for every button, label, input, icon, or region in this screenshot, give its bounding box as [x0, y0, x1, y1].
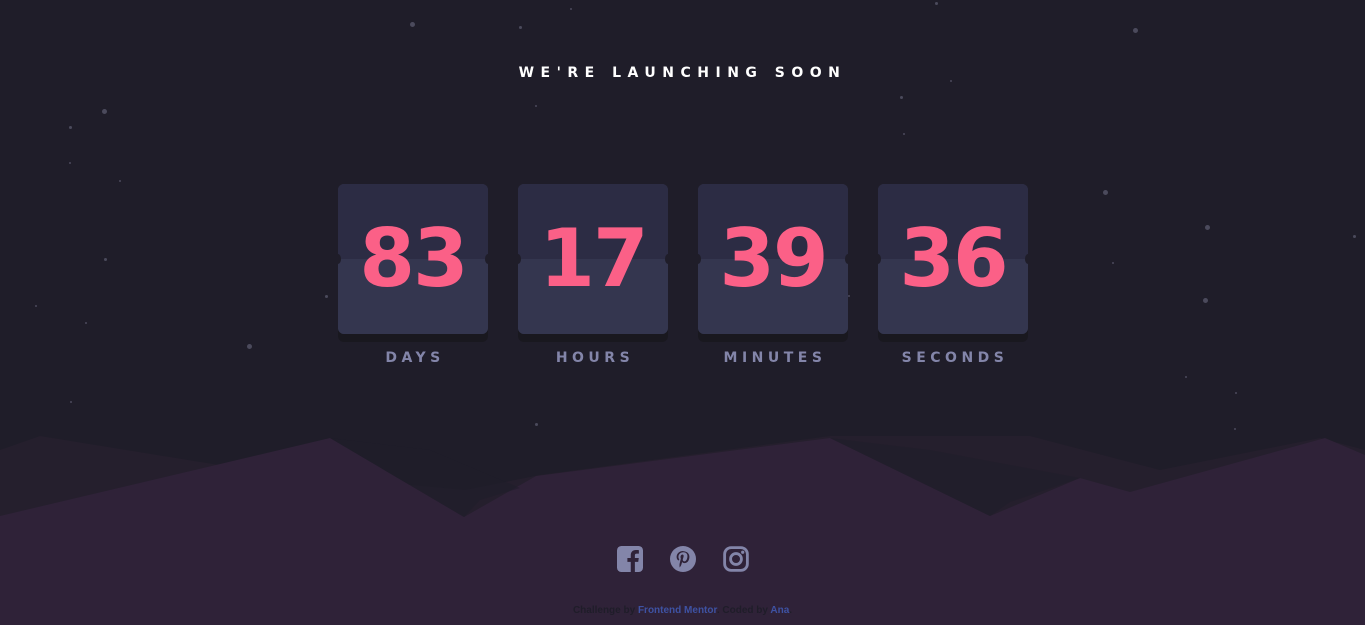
- minutes-value: 39: [719, 212, 828, 305]
- countdown-timer: 83 DAYS 17 HOURS 39 MINUTES 36 SECONDS: [338, 184, 1028, 366]
- frontend-mentor-link[interactable]: Frontend Mentor: [638, 605, 717, 616]
- attribution: Challenge by Frontend Mentor. Coded by A…: [0, 605, 1365, 616]
- days-label: DAYS: [385, 350, 445, 366]
- pinterest-icon[interactable]: [670, 546, 696, 572]
- social-links: [617, 546, 749, 572]
- countdown-minutes: 39 MINUTES: [698, 184, 848, 366]
- page-title: WE'RE LAUNCHING SOON: [518, 65, 847, 81]
- hills-background: [0, 436, 1365, 625]
- attribution-middle: . Coded by: [716, 605, 771, 616]
- hours-label: HOURS: [555, 350, 635, 366]
- attribution-prefix: Challenge by: [572, 605, 638, 616]
- author-link[interactable]: Ana: [770, 605, 789, 616]
- seconds-label: SECONDS: [901, 350, 1009, 366]
- instagram-icon[interactable]: [723, 546, 749, 572]
- attribution-suffix: .: [789, 605, 793, 616]
- flip-card: 83: [338, 184, 488, 334]
- flip-card: 17: [518, 184, 668, 334]
- seconds-value: 36: [899, 212, 1008, 305]
- days-value: 83: [359, 212, 468, 305]
- minutes-label: MINUTES: [723, 350, 827, 366]
- flip-card: 36: [878, 184, 1028, 334]
- countdown-seconds: 36 SECONDS: [878, 184, 1028, 366]
- hours-value: 17: [539, 212, 648, 305]
- countdown-hours: 17 HOURS: [518, 184, 668, 366]
- countdown-days: 83 DAYS: [338, 184, 488, 366]
- facebook-icon[interactable]: [617, 546, 643, 572]
- flip-card: 39: [698, 184, 848, 334]
